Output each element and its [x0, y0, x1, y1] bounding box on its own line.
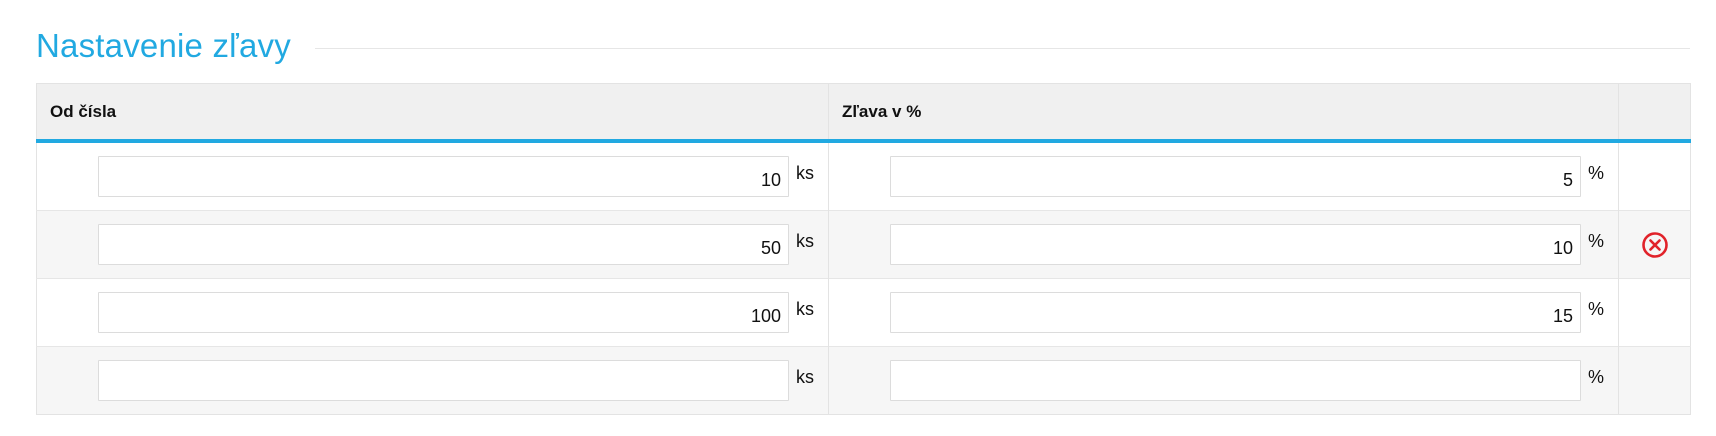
unit-ks-label: ks — [796, 299, 814, 319]
unit-percent-label: % — [1588, 231, 1605, 251]
discount-percent-input[interactable] — [890, 360, 1581, 401]
from-number-input[interactable] — [98, 292, 789, 333]
unit-ks-label: ks — [796, 163, 814, 183]
row-actions-cell — [1618, 140, 1691, 211]
table-row: ks % — [36, 278, 1691, 347]
table-row: ks % — [36, 210, 1691, 279]
section-header: Nastavenie zľavy — [36, 22, 1690, 70]
remove-circle-icon — [1641, 231, 1668, 258]
discount-percent-input[interactable] — [890, 292, 1581, 333]
table-row: ks % — [36, 140, 1691, 211]
table-header-row: Od čísla Zľava v % — [36, 83, 1691, 143]
delete-row-button[interactable] — [1619, 211, 1690, 278]
discount-table: Od čísla Zľava v % ks % ks — [36, 83, 1691, 415]
discount-percent-input[interactable] — [890, 156, 1581, 197]
unit-percent-label: % — [1588, 299, 1605, 319]
row-actions-cell — [1618, 278, 1691, 347]
from-number-input[interactable] — [98, 224, 789, 265]
header-from-number: Od čísla — [36, 83, 829, 143]
header-actions — [1618, 83, 1691, 143]
title-divider — [314, 47, 1690, 49]
discount-settings-section: Nastavenie zľavy Od čísla Zľava v % ks % — [36, 22, 1691, 415]
discount-percent-input[interactable] — [890, 224, 1581, 265]
header-discount: Zľava v % — [828, 83, 1619, 143]
unit-percent-label: % — [1588, 163, 1605, 183]
table-row: ks % — [36, 346, 1691, 415]
unit-ks-label: ks — [796, 231, 814, 251]
section-title: Nastavenie zľavy — [36, 27, 291, 64]
unit-ks-label: ks — [796, 367, 814, 387]
from-number-input[interactable] — [98, 156, 789, 197]
from-number-input[interactable] — [98, 360, 789, 401]
row-actions-cell — [1618, 346, 1691, 415]
row-actions-cell — [1618, 210, 1691, 279]
unit-percent-label: % — [1588, 367, 1605, 387]
